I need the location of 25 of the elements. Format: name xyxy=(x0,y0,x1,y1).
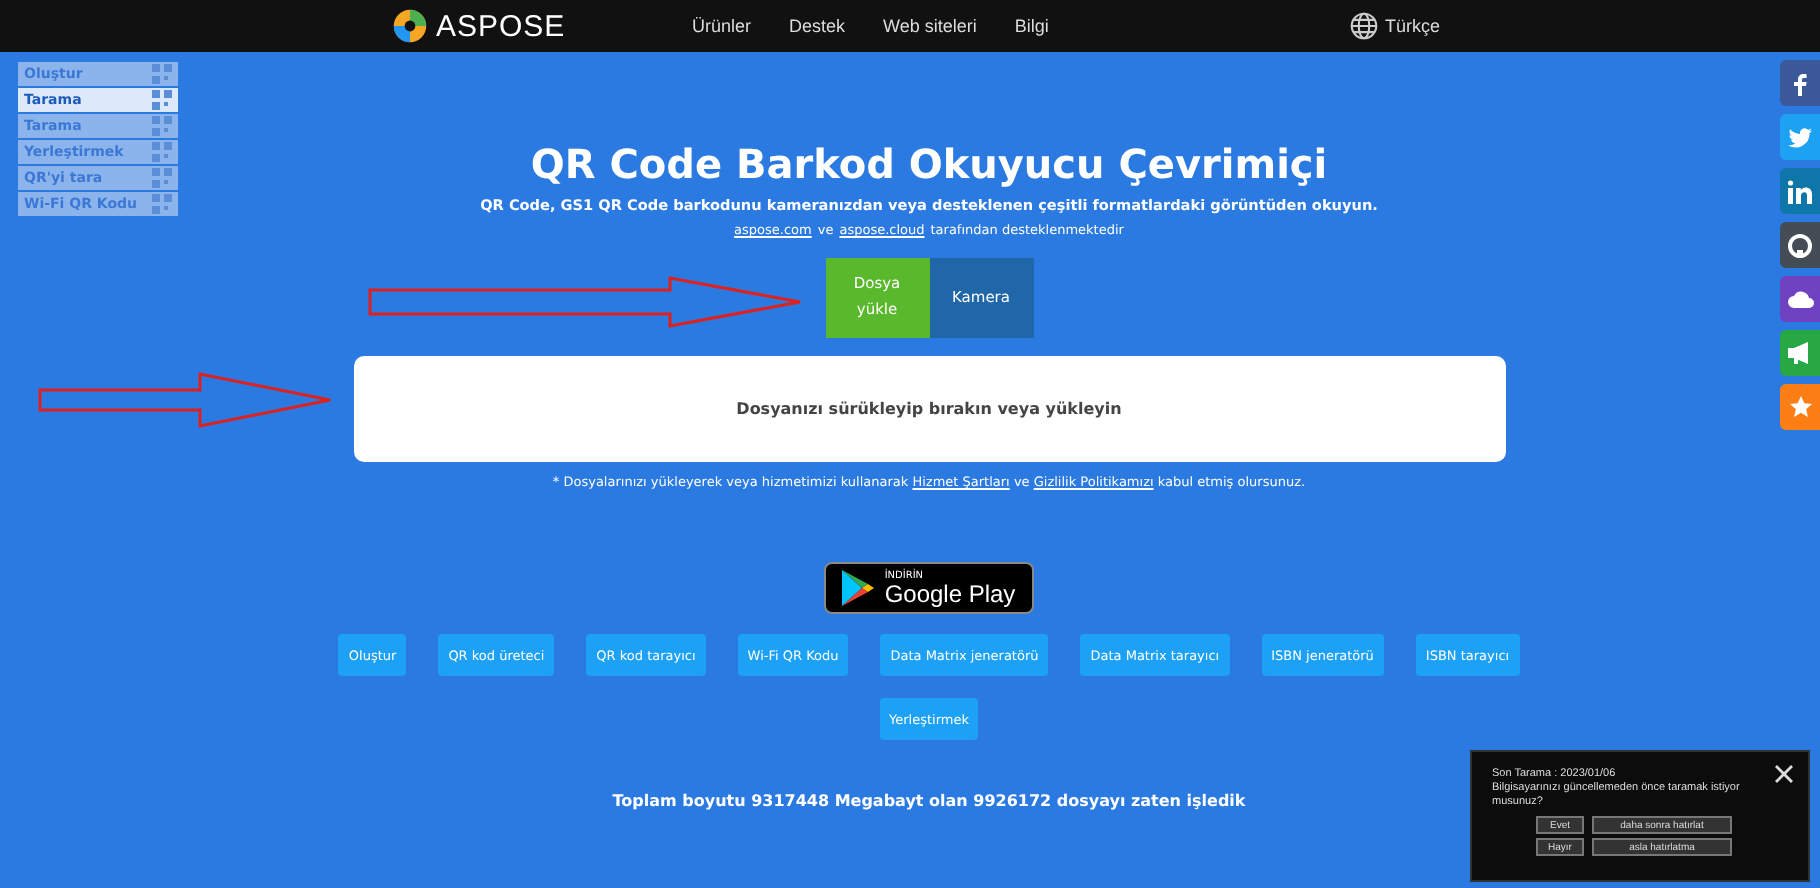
nav-link[interactable]: Destek xyxy=(789,16,846,36)
globe-icon[interactable] xyxy=(1350,12,1379,40)
drop-zone[interactable]: Dosyanızı sürükleyip bırakın veya yükleyin xyxy=(353,356,1505,462)
nav-link[interactable]: Ürünler xyxy=(692,16,752,36)
facebook-share-icon[interactable] xyxy=(1780,60,1820,106)
language-link[interactable]: Türkçe xyxy=(1384,16,1440,36)
star-share-icon[interactable] xyxy=(1780,384,1820,430)
qr-icon xyxy=(152,194,172,214)
logo-icon xyxy=(392,8,428,44)
qr-icon xyxy=(152,168,172,188)
stats-text: Toplam boyutu 9317448 Megabayt olan 9926172 dosyayı zaten işledik xyxy=(612,792,1246,810)
qr-icon xyxy=(152,90,172,110)
qr-icon xyxy=(152,142,172,162)
cloud-share-icon[interactable] xyxy=(1780,276,1820,322)
linkedin-share-icon[interactable] xyxy=(1780,168,1820,214)
qr-icon xyxy=(152,116,172,136)
logo-text[interactable]: ASPOSE xyxy=(436,9,566,43)
nav-link[interactable]: Bilgi xyxy=(1014,16,1049,36)
twitter-share-icon[interactable] xyxy=(1780,114,1820,160)
close-icon[interactable] xyxy=(1774,764,1794,784)
megaphone-share-icon[interactable] xyxy=(1780,330,1820,376)
play-icon xyxy=(842,570,875,606)
qr-icon xyxy=(152,64,172,84)
nav-link[interactable]: Web siteleri xyxy=(883,16,977,36)
page-title: QR Code Barkod Okuyucu Çevrimiçi xyxy=(530,140,1328,188)
